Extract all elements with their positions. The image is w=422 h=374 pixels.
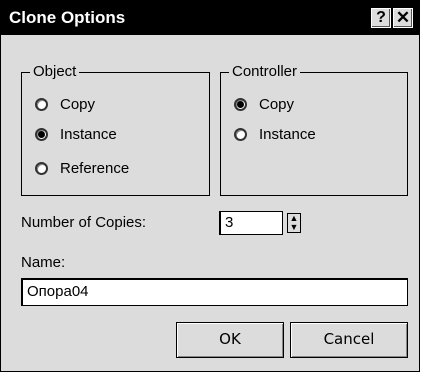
spinner-down-icon[interactable]: ▼ — [288, 223, 300, 232]
close-button[interactable]: ✕ — [393, 8, 413, 28]
object-radio-reference[interactable]: Reference — [35, 157, 129, 179]
radio-button-icon[interactable] — [35, 161, 48, 175]
radio-button-icon[interactable] — [234, 127, 247, 141]
radio-label: Copy — [259, 95, 295, 113]
name-input[interactable]: Опора04 — [21, 278, 408, 306]
object-radio-copy[interactable]: Copy — [35, 93, 95, 115]
radio-label: Instance — [259, 125, 316, 143]
ok-button[interactable]: OK — [176, 322, 284, 358]
controller-radio-copy[interactable]: Copy — [234, 93, 294, 115]
help-button[interactable]: ? — [371, 8, 391, 28]
radio-button-checked-icon[interactable] — [35, 127, 48, 141]
number-of-copies-input[interactable]: 3 — [219, 211, 283, 235]
cancel-button[interactable]: Cancel — [290, 322, 408, 358]
radio-button-icon[interactable] — [35, 97, 48, 111]
radio-button-checked-icon[interactable] — [234, 97, 247, 111]
radio-label: Reference — [60, 159, 130, 177]
number-of-copies-label: Number of Copies: — [21, 214, 147, 231]
copies-spinner[interactable]: ▲ ▼ — [287, 213, 301, 233]
object-group-label: Object — [30, 63, 80, 81]
dialog-title: Clone Options — [9, 8, 126, 27]
controller-radio-instance[interactable]: Instance — [234, 123, 316, 145]
name-label: Name: — [21, 254, 66, 271]
controller-group: Controller Copy Instance — [220, 63, 408, 196]
title-bar[interactable]: Clone Options ? ✕ — [1, 1, 419, 35]
clone-options-dialog: Clone Options ? ✕ Object Copy Instance R… — [0, 0, 420, 372]
object-radio-instance[interactable]: Instance — [35, 123, 117, 145]
controller-group-label: Controller — [229, 63, 301, 81]
radio-label: Instance — [60, 125, 117, 143]
object-group: Object Copy Instance Reference — [21, 63, 210, 196]
radio-label: Copy — [60, 95, 96, 113]
